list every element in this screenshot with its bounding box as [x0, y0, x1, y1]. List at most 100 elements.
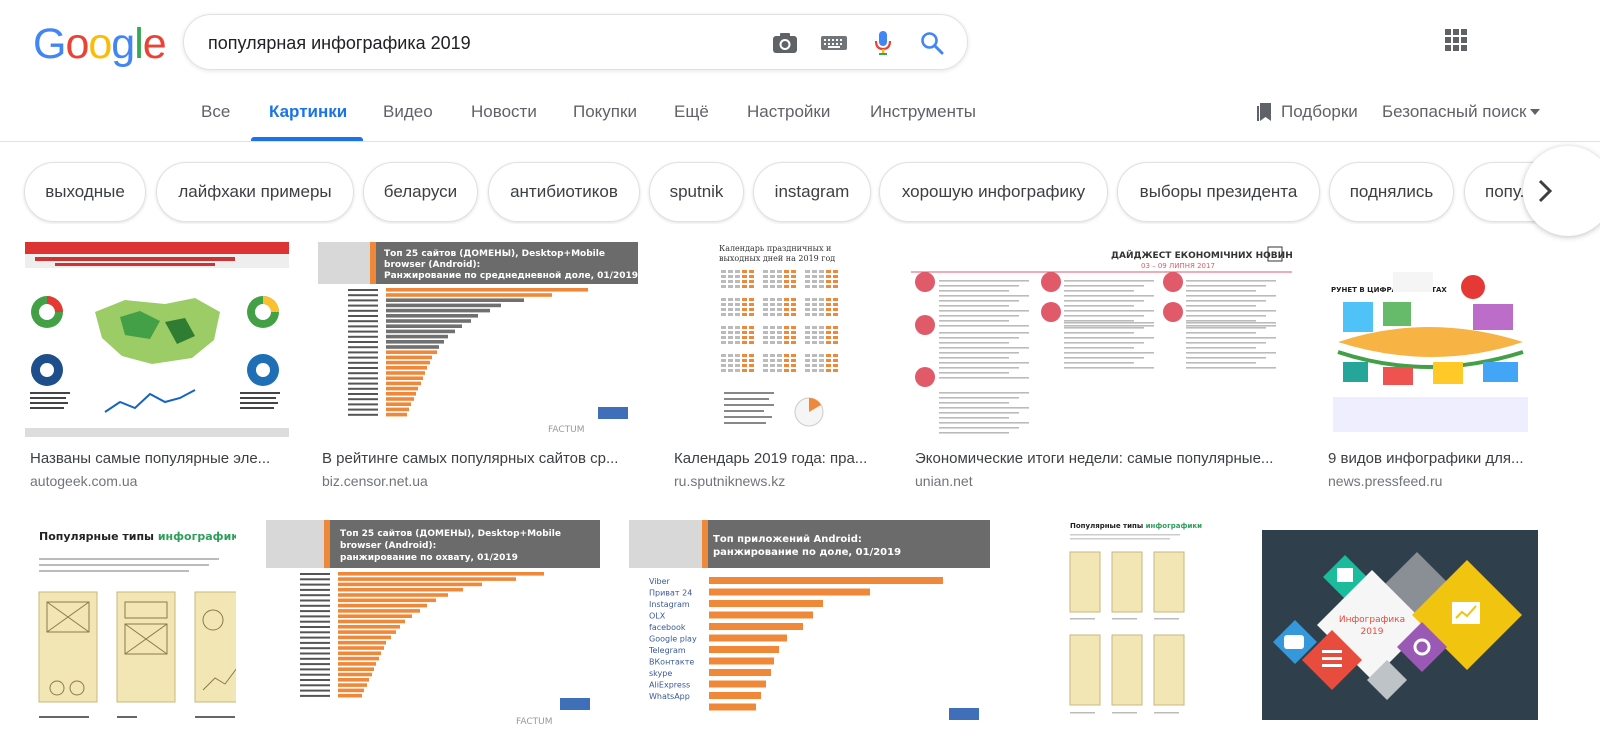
calendar-day — [721, 364, 726, 367]
calendar-day — [791, 369, 796, 372]
calendar-day — [805, 308, 810, 311]
calendar-day — [805, 359, 810, 362]
chip[interactable]: выборы президента — [1117, 162, 1320, 222]
bar-label — [348, 335, 378, 338]
bar-label — [300, 684, 330, 687]
result-image[interactable]: Топ 25 сайтов (ДОМЕНЫ), Desktop+Mobile b… — [266, 520, 600, 730]
bar-label — [300, 599, 330, 602]
tab-all[interactable]: Все — [201, 102, 230, 122]
safe-search-dropdown[interactable]: Безопасный поиск — [1382, 102, 1541, 122]
calendar-day — [791, 341, 796, 344]
calendar-day — [770, 313, 775, 316]
calendar-day — [763, 298, 768, 301]
tab-shopping[interactable]: Покупки — [573, 102, 637, 122]
chip[interactable]: беларуси — [363, 162, 478, 222]
chip[interactable]: лайфхаки примеры — [156, 162, 354, 222]
bar-label — [300, 647, 330, 650]
calendar-day — [721, 313, 726, 316]
keyboard-icon[interactable] — [819, 29, 849, 57]
calendar-day — [812, 354, 817, 357]
text-line — [939, 352, 1019, 354]
thumb-title: Топ 25 сайтов (ДОМЕНЫ), Desktop+Mobile — [340, 529, 561, 539]
bar — [338, 603, 427, 608]
search-input[interactable] — [208, 29, 748, 57]
bar — [338, 640, 386, 645]
chip[interactable]: выходные — [24, 162, 146, 222]
calendar-day — [812, 308, 817, 311]
calendar-day — [735, 313, 740, 316]
calendar-day — [749, 341, 754, 344]
result-source[interactable]: news.pressfeed.ru — [1328, 473, 1442, 489]
bar-label — [348, 351, 378, 354]
mic-icon[interactable] — [868, 29, 898, 57]
result-caption[interactable]: 9 видов инфографики для... — [1328, 450, 1538, 467]
app-label: Viber — [649, 577, 671, 586]
calendar-day — [812, 359, 817, 362]
result-image[interactable]: Инфографика 2019 — [1262, 530, 1538, 720]
result-source[interactable]: autogeek.com.ua — [30, 473, 137, 489]
calendar-day — [763, 285, 768, 288]
calendar-day — [742, 280, 747, 283]
calendar-day — [742, 285, 747, 288]
result-caption[interactable]: Календарь 2019 года: пра... — [674, 450, 879, 467]
chip[interactable]: поднялись — [1329, 162, 1454, 222]
bar — [709, 657, 774, 665]
tab-tools[interactable]: Инструменты — [870, 102, 976, 122]
calendar-day — [728, 313, 733, 316]
calendar-day — [784, 298, 789, 301]
bar-label — [348, 387, 378, 390]
result-source[interactable]: ru.sputniknews.kz — [674, 473, 785, 489]
calendar-day — [819, 336, 824, 339]
text-line — [1064, 332, 1134, 334]
tab-video[interactable]: Видео — [383, 102, 433, 122]
calendar-day — [749, 275, 754, 278]
tab-news[interactable]: Новости — [471, 102, 537, 122]
bar — [338, 577, 516, 581]
calendar-day — [784, 285, 789, 288]
result-image[interactable] — [25, 242, 289, 437]
google-logo[interactable]: Google — [33, 20, 167, 69]
chip[interactable]: антибиотиков — [488, 162, 640, 222]
chip[interactable]: sputnik — [649, 162, 744, 222]
tab-images[interactable]: Картинки — [269, 102, 347, 122]
result-image[interactable]: Топ приложений Android: ранжирование по … — [629, 520, 990, 730]
result-image[interactable]: Популярные типы инфографики — [1020, 520, 1232, 730]
search-icon[interactable] — [917, 29, 947, 57]
result-image[interactable]: Топ 25 сайтов (ДОМЕНЫ), Desktop+Mobile b… — [318, 242, 638, 437]
result-caption[interactable]: Экономические итоги недели: самые популя… — [915, 450, 1290, 467]
result-image[interactable]: Календарь праздничных и выходных дней на… — [669, 242, 881, 437]
calendar-day — [728, 285, 733, 288]
chip[interactable]: хорошую инфографику — [879, 162, 1108, 222]
bar-label — [348, 320, 378, 323]
calendar-day — [791, 298, 796, 301]
calendar-day — [721, 308, 726, 311]
result-caption[interactable]: В рейтинге самых популярных сайтов ср... — [322, 450, 634, 467]
result-caption[interactable]: Названы самые популярные эле... — [30, 450, 285, 467]
apps-grid-icon[interactable] — [1444, 28, 1470, 54]
chip[interactable]: instagram — [753, 162, 871, 222]
camera-icon[interactable] — [770, 29, 800, 57]
bar-label — [300, 573, 330, 575]
calendar-day — [819, 303, 824, 306]
factum-logo: FACTUM — [548, 425, 584, 435]
tab-settings[interactable]: Настройки — [747, 102, 830, 122]
calendar-day — [791, 270, 796, 273]
calendar-day — [777, 364, 782, 367]
result-image[interactable]: ДАЙДЖЕСТ ЕКОНОМІЧНИХ НОВИН 03 – 09 ЛИПНЯ… — [911, 242, 1292, 437]
bar-label — [348, 346, 378, 349]
bar — [386, 319, 471, 323]
tab-more[interactable]: Ещё — [674, 102, 709, 122]
bar-label — [300, 604, 330, 607]
result-source[interactable]: biz.censor.net.ua — [322, 473, 428, 489]
result-image[interactable]: Популярные типы инфографики — [25, 520, 236, 730]
bar — [386, 308, 490, 313]
bar-label — [300, 679, 330, 681]
calendar-day — [833, 359, 838, 362]
calendar-day — [728, 369, 733, 372]
text-line — [1064, 315, 1144, 317]
result-image[interactable]: РУНЕТ В ЦИФРАХ И ФАКТАХ — [1323, 242, 1538, 437]
collections-link[interactable]: Подборки — [1257, 102, 1358, 122]
text-line — [1186, 325, 1276, 327]
text-line — [1186, 357, 1266, 359]
result-source[interactable]: unian.net — [915, 473, 973, 489]
